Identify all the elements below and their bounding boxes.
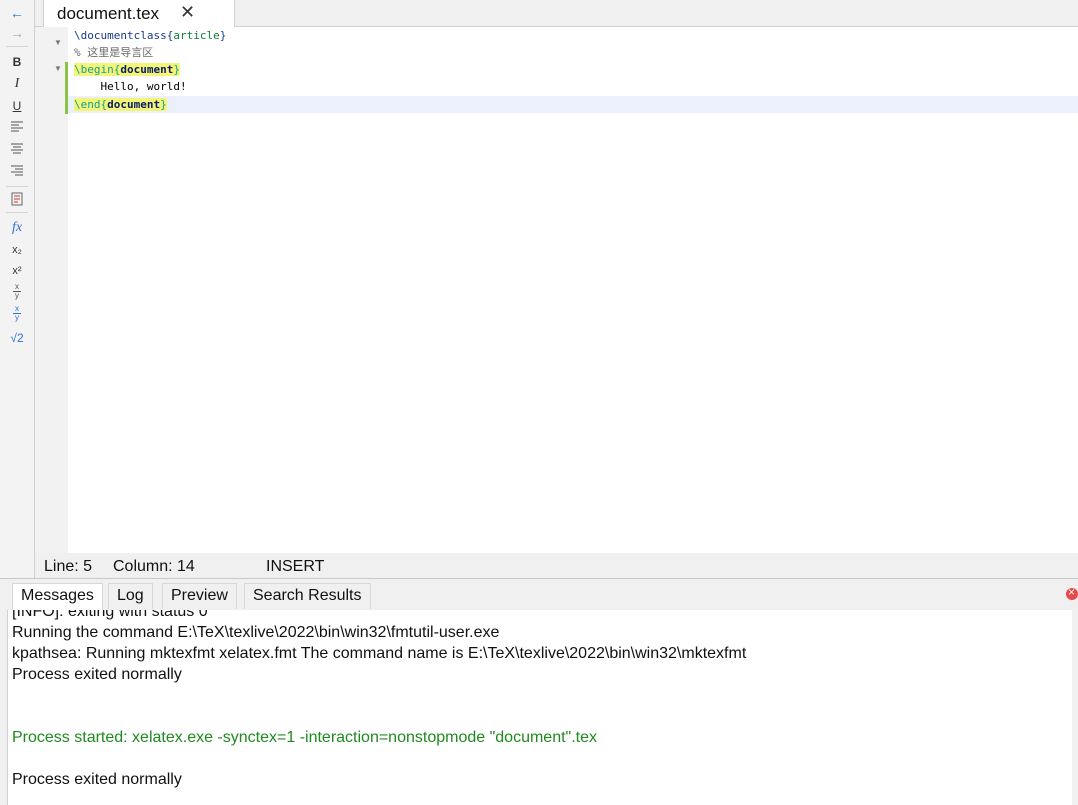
tab-search-results[interactable]: Search Results bbox=[244, 583, 371, 609]
align-center-icon[interactable] bbox=[6, 140, 28, 160]
code-line: % 这里是导言区 bbox=[74, 44, 153, 61]
editor-tab-bar: document.tex ✕ bbox=[35, 0, 1078, 27]
status-bar: Line: 5 Column: 14 INSERT bbox=[35, 554, 1078, 578]
panel-tab-bar: Messages Log Preview Search Results bbox=[0, 579, 1078, 610]
fraction-numerator: x bbox=[15, 304, 19, 313]
code-line: \documentclass{article} bbox=[74, 29, 227, 42]
close-icon[interactable]: ✕ bbox=[180, 3, 195, 21]
fold-marker-icon[interactable]: ▼ bbox=[54, 64, 62, 73]
panel-close-icon[interactable] bbox=[1066, 585, 1078, 600]
latex-command: \end bbox=[74, 98, 101, 111]
status-line: Line: 5 bbox=[44, 558, 93, 575]
fraction-numerator: x bbox=[15, 282, 19, 291]
forward-arrow-icon[interactable]: → bbox=[6, 23, 28, 43]
italic-button[interactable]: I bbox=[6, 74, 28, 94]
subscript-button[interactable]: x₂ bbox=[6, 240, 28, 260]
dfrac-button[interactable]: x y bbox=[6, 305, 28, 325]
latex-comment: % 这里是导言区 bbox=[74, 46, 154, 59]
fraction-denominator: y bbox=[15, 313, 19, 322]
message-line: Process exited normally bbox=[12, 771, 182, 788]
message-line: [INFO]: exiting with status 0 bbox=[12, 610, 208, 620]
back-arrow-icon[interactable]: ← bbox=[6, 3, 28, 23]
status-mode: INSERT bbox=[266, 558, 325, 575]
code-line: \end{document} bbox=[74, 98, 167, 111]
bold-button[interactable]: B bbox=[6, 52, 28, 72]
tab-log[interactable]: Log bbox=[108, 583, 153, 609]
latex-argument: article bbox=[173, 29, 220, 42]
function-button[interactable]: fx bbox=[6, 218, 28, 238]
fraction-denominator: y bbox=[15, 291, 19, 300]
align-left-icon[interactable] bbox=[6, 118, 28, 138]
format-toolbar: ← → B I U fx x₂ x² x y x y √2 bbox=[0, 0, 34, 578]
newline-icon[interactable] bbox=[6, 190, 28, 210]
fraction-button[interactable]: x y bbox=[6, 283, 28, 303]
latex-command: \begin bbox=[74, 63, 114, 76]
editor-gutter bbox=[35, 27, 68, 553]
current-line-highlight bbox=[68, 96, 1078, 113]
superscript-button[interactable]: x² bbox=[6, 261, 28, 281]
tab-title: document.tex bbox=[57, 4, 160, 23]
tab-preview[interactable]: Preview bbox=[162, 583, 237, 609]
status-column: Column: 14 bbox=[113, 558, 195, 575]
latex-command: \documentclass bbox=[74, 29, 167, 42]
tab-messages[interactable]: Messages bbox=[12, 583, 103, 610]
code-line: \begin{document} bbox=[74, 63, 180, 76]
sqrt-button[interactable]: √2 bbox=[6, 328, 28, 348]
code-line: Hello, world! bbox=[74, 80, 187, 93]
align-right-icon[interactable] bbox=[6, 162, 28, 182]
toolbar-separator bbox=[6, 212, 28, 213]
code-editor[interactable]: \documentclass{article} % 这里是导言区 \begin{… bbox=[68, 27, 1078, 553]
message-line: kpathsea: Running mktexfmt xelatex.fmt T… bbox=[12, 645, 747, 662]
message-line: Running the command E:\TeX\texlive\2022\… bbox=[12, 624, 500, 641]
tab-document[interactable]: document.tex ✕ bbox=[43, 0, 235, 27]
toolbar-separator bbox=[6, 186, 28, 187]
fold-marker-icon: ▼ bbox=[54, 38, 62, 47]
underline-button[interactable]: U bbox=[6, 96, 28, 116]
message-line-process-started: Process started: xelatex.exe -synctex=1 … bbox=[12, 729, 597, 746]
latex-argument: document bbox=[120, 63, 174, 76]
latex-argument: document bbox=[107, 98, 161, 111]
messages-output[interactable]: [INFO]: exiting with status 0 Running th… bbox=[7, 610, 1072, 805]
toolbar-separator bbox=[6, 46, 28, 47]
message-line: Process exited normally bbox=[12, 666, 182, 683]
